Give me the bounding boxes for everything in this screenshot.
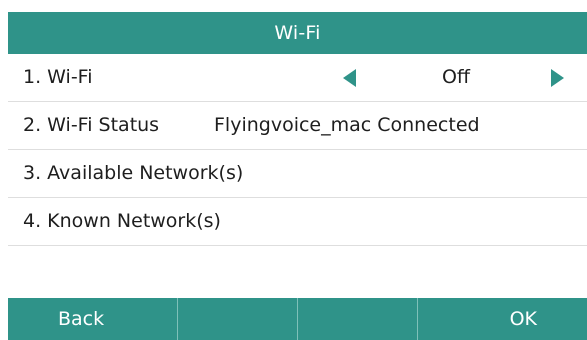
softkey-back[interactable]: Back: [8, 298, 178, 340]
menu-list: 1. Wi-Fi Off 2. Wi-Fi Status Flyingvoice…: [8, 54, 587, 246]
screen-frame: Wi-Fi 1. Wi-Fi Off 2. Wi-Fi Status Flyin…: [8, 0, 587, 340]
triangle-left-icon[interactable]: [343, 69, 356, 87]
softkey-2[interactable]: [178, 298, 298, 340]
softkey-3[interactable]: [298, 298, 418, 340]
triangle-right-icon[interactable]: [551, 69, 564, 87]
menu-item-wifi-status[interactable]: 2. Wi-Fi Status Flyingvoice_mac Connecte…: [8, 102, 587, 150]
menu-item-wifi[interactable]: 1. Wi-Fi Off: [8, 54, 587, 102]
title-bar: Wi-Fi: [8, 12, 587, 54]
wifi-toggle-value: Off: [441, 66, 471, 88]
menu-item-available-networks[interactable]: 3. Available Network(s): [8, 150, 587, 198]
menu-item-label: 1. Wi-Fi: [23, 66, 93, 88]
menu-item-label: 3. Available Network(s): [23, 162, 244, 184]
page-title: Wi-Fi: [274, 22, 321, 44]
softkey-ok[interactable]: OK: [418, 298, 587, 340]
menu-item-known-networks[interactable]: 4. Known Network(s): [8, 198, 587, 246]
phone-screen: Wi-Fi 1. Wi-Fi Off 2. Wi-Fi Status Flyin…: [0, 0, 587, 340]
softkey-bar: Back OK: [8, 298, 587, 340]
wifi-status-value: Flyingvoice_mac Connected: [214, 114, 480, 136]
menu-item-label: 4. Known Network(s): [23, 210, 221, 232]
menu-item-label: 2. Wi-Fi Status: [23, 114, 160, 136]
